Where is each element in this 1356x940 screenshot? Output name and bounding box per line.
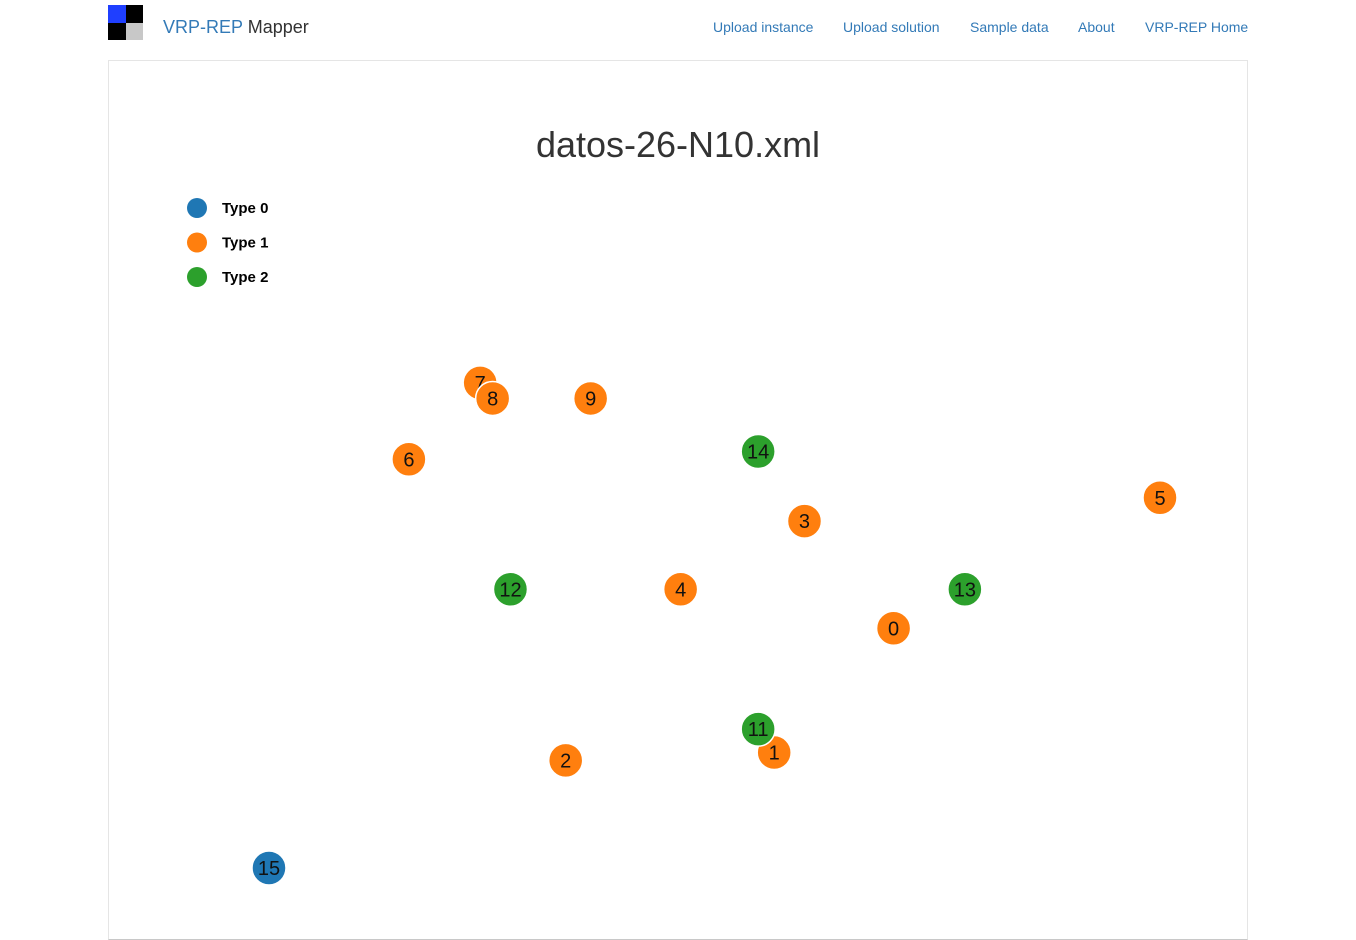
node-label: 2 xyxy=(560,750,571,772)
nav-vrp-rep-home[interactable]: VRP-REP Home xyxy=(1145,18,1248,36)
nav-about[interactable]: About xyxy=(1078,18,1115,36)
logo-square-top-right xyxy=(125,5,143,23)
legend-item[interactable]: Type 2 xyxy=(187,267,268,287)
node-11[interactable]: 11 xyxy=(740,711,776,747)
legend-swatch-icon xyxy=(187,232,207,253)
node-0[interactable]: 0 xyxy=(875,610,912,647)
legend-swatch-icon xyxy=(187,267,207,287)
logo-square-bottom-right xyxy=(125,22,143,40)
logo-square-top-left xyxy=(108,5,126,23)
instance-map[interactable]: datos-26-N10.xml Type 0Type 1Type 2 1501… xyxy=(109,61,1247,939)
node-5[interactable]: 5 xyxy=(1142,480,1178,516)
legend-label: Type 1 xyxy=(222,235,268,252)
node-14[interactable]: 14 xyxy=(740,433,776,470)
node-6[interactable]: 6 xyxy=(391,441,427,478)
node-label: 11 xyxy=(748,719,769,741)
node-label: 1 xyxy=(769,743,780,765)
node-label: 9 xyxy=(585,388,596,410)
brand-link[interactable]: VRP-REP Mapper xyxy=(163,15,309,39)
node-label: 5 xyxy=(1154,488,1165,510)
vrp-rep-logo-icon[interactable] xyxy=(108,5,143,40)
node-8[interactable]: 8 xyxy=(474,380,511,417)
legend-item[interactable]: Type 0 xyxy=(187,198,268,218)
node-4[interactable]: 4 xyxy=(662,571,699,608)
node-label: 4 xyxy=(675,579,686,601)
legend-item[interactable]: Type 1 xyxy=(187,232,268,253)
legend-swatch-icon xyxy=(187,198,207,218)
node-label: 15 xyxy=(258,858,280,880)
nav-sample-data[interactable]: Sample data xyxy=(970,18,1049,36)
brand-name-secondary: Mapper xyxy=(247,17,309,37)
node-label: 3 xyxy=(799,511,810,533)
node-2[interactable]: 2 xyxy=(547,742,584,779)
map-panel: datos-26-N10.xml Type 0 Type 1 Type 2 15 0 1… xyxy=(108,60,1248,940)
node-label: 8 xyxy=(487,388,498,410)
node-9[interactable]: 9 xyxy=(572,380,609,417)
nodes-layer: 15012345678 91112 1314 xyxy=(251,365,1178,886)
brand-name-primary: VRP-REP xyxy=(163,17,243,37)
legend-label: Type 0 xyxy=(222,200,268,217)
node-13[interactable]: 13 xyxy=(947,571,983,608)
node-label: 6 xyxy=(403,449,414,471)
node-15[interactable]: 15 xyxy=(251,850,287,886)
node-label: 0 xyxy=(888,618,899,640)
node-3[interactable]: 3 xyxy=(786,503,823,539)
node-label: 12 xyxy=(499,579,521,601)
node-12[interactable]: 12 xyxy=(492,571,529,608)
node-label: 14 xyxy=(747,441,769,463)
nav-upload-solution[interactable]: Upload solution xyxy=(843,18,940,36)
legend: Type 0 Type 1 Type 2 xyxy=(187,198,268,287)
nav-upload-instance[interactable]: Upload instance xyxy=(713,18,813,36)
logo-square-bottom-left xyxy=(108,22,126,40)
node-label: 13 xyxy=(954,579,976,601)
map-title: datos-26-N10.xml xyxy=(536,124,820,165)
navbar: VRP-REP Mapper Upload instance Upload so… xyxy=(0,0,1356,54)
legend-label: Type 2 xyxy=(222,269,268,286)
